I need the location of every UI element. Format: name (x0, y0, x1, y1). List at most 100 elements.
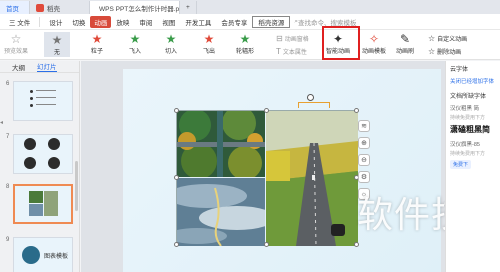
resize-handle[interactable] (174, 242, 179, 247)
star-outline-icon: ☆ (10, 32, 22, 46)
smart-animation-highlight-box (322, 26, 360, 60)
panel-title: 云字体 (450, 67, 469, 73)
menu-bar: 三 文件 设计 切换 动画 放映 审阅 视图 开发工具 会员专享 稻壳资源 ⌕ … (0, 14, 500, 30)
resize-handle[interactable] (354, 242, 359, 247)
custom-animation-button[interactable]: ☆ 自定义动画 (428, 34, 467, 43)
slide-number: 6 (6, 81, 10, 87)
animation-template-button[interactable]: ✧ 动画模板 (362, 32, 386, 55)
slide-preview: 图表模板 (13, 237, 73, 272)
image-options-button[interactable] (331, 224, 345, 236)
slide-thumbnail-selected[interactable]: 8 (6, 184, 73, 224)
menu-member[interactable]: 会员专享 (216, 17, 252, 27)
slide-panel-scrollbar[interactable] (75, 161, 78, 211)
anim-wheel-button[interactable]: ★ 轮辐形 (236, 32, 254, 55)
menu-design[interactable]: 设计 (44, 17, 67, 27)
group-bracket (298, 102, 330, 108)
text-attribute-label: 文本属性 (282, 50, 307, 56)
font-item-sub: 持续免费用下方 (450, 115, 486, 121)
menu-transition[interactable]: 切换 (67, 17, 90, 27)
anim-particle-label: 粒子 (90, 49, 103, 55)
resize-handle[interactable] (174, 175, 179, 180)
anim-none-button[interactable]: ★ 无 (44, 32, 70, 57)
tab-outline[interactable]: 大纲 (12, 62, 25, 72)
rotate-handle[interactable] (307, 94, 314, 101)
custom-animation-label: 自定义动画 (437, 37, 468, 43)
resize-handle[interactable] (354, 108, 359, 113)
slide-thumbnail[interactable]: 9 图表模板 (6, 237, 73, 272)
anim-none-label: 无 (53, 50, 60, 56)
collapse-panel-icon[interactable]: ◂ (0, 119, 3, 126)
font-item-sub: 持续免费用下方 (450, 151, 486, 157)
tab-bar: 首页 稻壳 WPS PPT怎么制作计时器.pptx× + (0, 0, 500, 14)
zoom-in-icon[interactable]: ⊕ (358, 137, 370, 149)
slide-number: 9 (6, 237, 10, 243)
anim-flyin-button[interactable]: ★ 飞入 (128, 32, 142, 55)
new-tab-button[interactable]: + (180, 1, 197, 14)
star-icon: ★ (51, 33, 63, 47)
animation-brush-label: 动画刷 (396, 49, 415, 55)
tab-docer-label: 稻壳 (47, 5, 60, 13)
text-icon: T (276, 47, 281, 56)
animation-ribbon: ☆ 预览效果 ★ 无 ★ 粒子 ★ 飞入 ★ 切入 ★ 飞出 ★ 轮辐形 ⊟ 动画窗格 T 文本属… (0, 30, 500, 60)
free-download-button[interactable]: 免费下 (450, 160, 472, 169)
star-icon: ★ (203, 32, 215, 46)
search-placeholder: 查找命令、搜索模板 (297, 19, 357, 27)
slide-preview (13, 81, 73, 121)
animation-brush-button[interactable]: ✎ 动画刷 (396, 32, 414, 55)
tab-slides[interactable]: 幻灯片 (37, 61, 57, 72)
tab-home-label: 首页 (6, 5, 19, 13)
anim-flyin-label: 飞入 (128, 49, 141, 55)
zoom-out-icon[interactable]: ⊖ (358, 154, 370, 166)
layers-icon[interactable]: ≋ (358, 120, 370, 132)
anim-cutin-button[interactable]: ★ 切入 (164, 32, 178, 55)
anim-cutin-label: 切入 (164, 49, 177, 55)
anim-wheel-label: 轮辐形 (236, 49, 255, 55)
pane-icon: ⊟ (276, 34, 283, 43)
star-icon: ★ (91, 32, 103, 46)
font-item[interactable]: 汉仪粗黑 简 (450, 104, 496, 112)
animation-template-label: 动画模板 (362, 49, 387, 55)
menu-review[interactable]: 审阅 (134, 17, 157, 27)
text-attribute-button[interactable]: T 文本属性 (276, 47, 307, 56)
delete-animation-button[interactable]: ☆ 删除动画 (428, 47, 461, 56)
slide-thumbnail[interactable]: 7 (6, 134, 73, 174)
anim-particle-button[interactable]: ★ 粒子 (90, 32, 104, 55)
star-icon: ★ (129, 32, 141, 46)
settings-icon[interactable]: ⚙ (358, 171, 370, 183)
slide-title: 图表模板 (44, 254, 69, 260)
menu-animation[interactable]: 动画 (90, 15, 112, 28)
menu-developer[interactable]: 开发工具 (180, 17, 216, 27)
menu-view[interactable]: 视图 (157, 17, 180, 27)
anim-flyout-label: 飞出 (202, 49, 215, 55)
delete-animation-label: 删除动画 (437, 50, 462, 56)
missing-fonts-section: 文档所缺字体 (450, 94, 487, 100)
file-menu[interactable]: 三 文件 (4, 17, 35, 27)
tab-home[interactable]: 首页 (0, 1, 30, 14)
command-search[interactable]: ⌕ 查找命令、搜索模板 (294, 17, 356, 27)
anim-flyout-button[interactable]: ★ 飞出 (202, 32, 216, 55)
menu-slideshow[interactable]: 放映 (111, 17, 134, 27)
font-preview: 潇磕粗黑简 (450, 125, 490, 134)
template-icon: ✧ (368, 32, 380, 46)
menu-docer-resources[interactable]: 稻壳资源 (252, 15, 291, 28)
resize-handle[interactable] (264, 242, 269, 247)
font-item[interactable]: 汉仪旗黑-85 (450, 140, 496, 148)
font-link[interactable]: 关闭已经增加字体 (450, 77, 496, 85)
cloud-font-panel: 云字体 关闭已经增加字体 文档所缺字体 汉仪粗黑 简 持续免费用下方 潇磕粗黑简… (445, 61, 500, 272)
tab-document[interactable]: WPS PPT怎么制作计时器.pptx× (90, 1, 180, 14)
slide-number: 7 (6, 134, 10, 140)
photo-collage[interactable] (174, 108, 359, 247)
slide-preview (13, 134, 73, 174)
resize-handle[interactable] (264, 108, 269, 113)
docer-icon (36, 3, 44, 12)
preview-effect-button[interactable]: ☆ 预览效果 (4, 32, 28, 55)
forest-bridge-photo (177, 111, 265, 177)
resize-handle[interactable] (174, 108, 179, 113)
preview-label: 预览效果 (4, 49, 29, 55)
slide-preview (13, 184, 73, 224)
slide-thumbnail[interactable]: 6 (6, 81, 73, 121)
tab-docer[interactable]: 稻壳 (30, 1, 90, 14)
animation-pane-button[interactable]: ⊟ 动画窗格 (276, 34, 309, 43)
misty-water-photo (177, 178, 265, 246)
divider (39, 16, 41, 27)
